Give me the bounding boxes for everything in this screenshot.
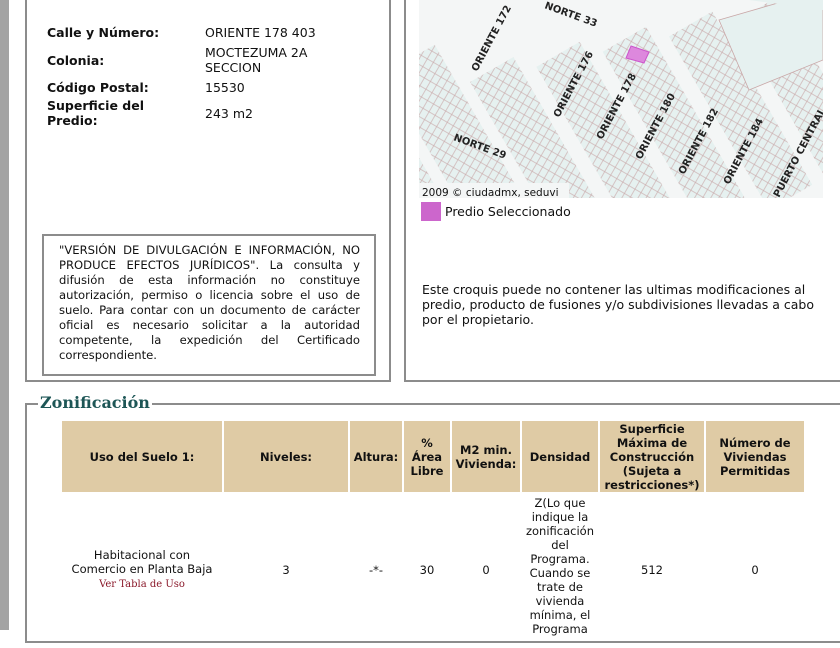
field-label: Colonia: [47, 52, 105, 68]
field-label: Superficie del Predio: [47, 98, 144, 128]
zonificacion-title: Zonificación [38, 393, 152, 412]
column-header: Niveles: [224, 421, 348, 492]
ver-tabla-de-uso-link[interactable]: Ver Tabla de Uso [99, 579, 185, 590]
field-value: MOCTEZUMA 2A SECCION [205, 45, 308, 75]
field-value: 15530 [205, 79, 245, 95]
disclaimer-box: "VERSIÓN DE DIVULGACIÓN E INFORMACIÓN, N… [42, 234, 376, 376]
legend-label: Predio Seleccionado [445, 204, 571, 219]
field-label: Calle y Número: [47, 24, 160, 40]
viviendas-cell: 0 [751, 563, 759, 577]
window-edge [0, 0, 9, 630]
table-row: Habitacional con Comercio en Planta Baja… [62, 494, 804, 646]
column-header: Número de Viviendas Permitidas [706, 421, 804, 492]
niveles-cell: 3 [282, 563, 290, 577]
field-value: ORIENTE 178 403 [205, 24, 316, 40]
selected-lot-swatch-icon [421, 202, 441, 221]
uso-cell: Habitacional con Comercio en Planta Baja… [62, 494, 222, 646]
predio-info-table: Calle y Número: ORIENTE 178 403 Colonia: M… [47, 22, 335, 130]
field-value: 243 m2 [205, 105, 253, 121]
map-copyright: 2009 © ciudadmx, seduvi [422, 187, 559, 198]
map-note: Este croquis puede no contener las ultim… [422, 282, 814, 327]
table-header-row: Uso del Suelo 1: Niveles: Altura: % Área… [62, 421, 804, 492]
superficie-max-cell: 512 [641, 563, 663, 577]
map-image[interactable]: ORIENTE 172 NORTE 33 ORIENTE 176 ORIENTE… [419, 0, 823, 198]
map-legend: Predio Seleccionado [421, 202, 571, 221]
column-header: Altura: [350, 421, 402, 492]
area-libre-cell: 30 [419, 563, 435, 577]
densidad-cell: Z(Lo que indique la zonificación del Pro… [525, 496, 594, 636]
column-header: M2 min. Vivienda: [452, 421, 520, 492]
column-header: Uso del Suelo 1: [62, 421, 222, 492]
field-label: Código Postal: [47, 79, 149, 95]
column-header: Densidad [522, 421, 598, 492]
map-drawing: ORIENTE 172 NORTE 33 ORIENTE 176 ORIENTE… [419, 0, 823, 198]
column-header: Superficie Máxima de Construcción (Sujet… [600, 421, 704, 492]
m2-min-cell: 0 [482, 563, 490, 577]
zonificacion-table: Uso del Suelo 1: Niveles: Altura: % Área… [60, 419, 806, 648]
altura-cell: -*- [368, 563, 384, 577]
uso-value: Habitacional con Comercio en Planta Baja [71, 548, 213, 576]
column-header: % Área Libre [404, 421, 450, 492]
